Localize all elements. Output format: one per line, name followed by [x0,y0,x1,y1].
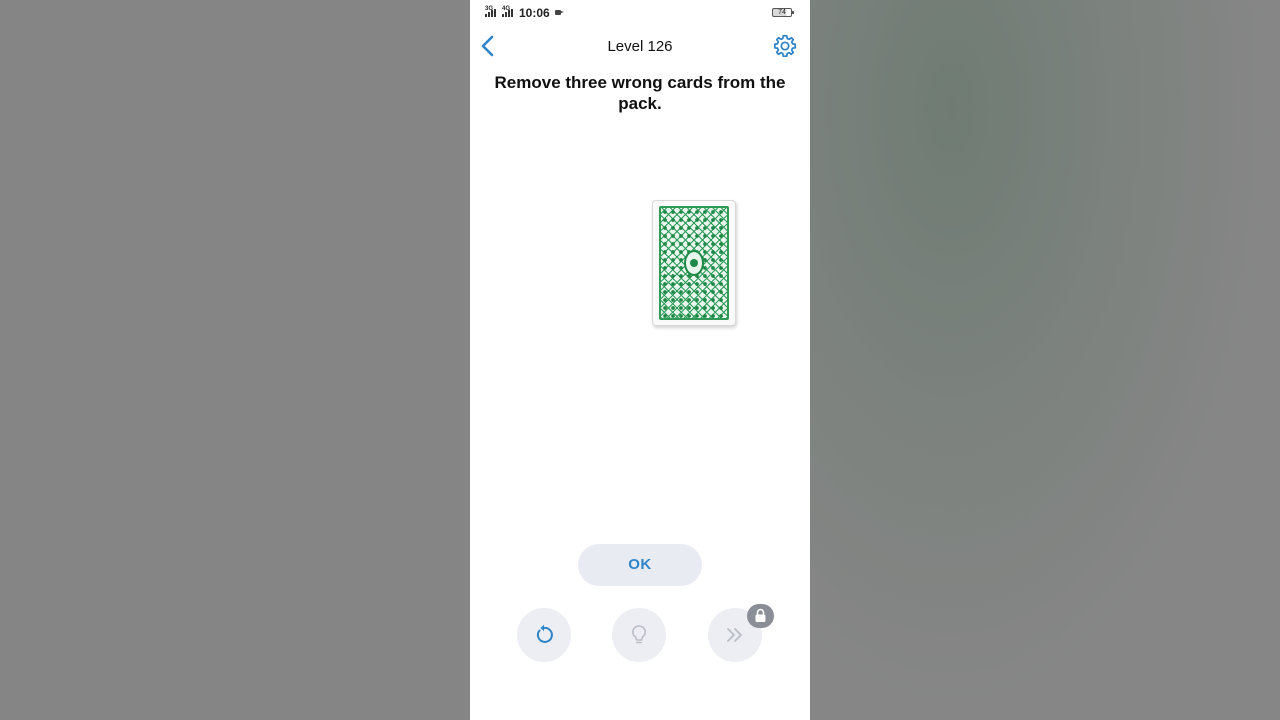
hint-button[interactable] [612,608,666,662]
level-title: Level 126 [607,38,673,55]
status-bar: 3G 4G 10:06 74 [470,0,810,26]
card-back-pattern [659,206,729,320]
ok-button[interactable]: OK [578,544,702,586]
card-pack[interactable] [652,200,736,326]
battery-icon: 74 [772,8,794,17]
puzzle-instruction: Remove three wrong cards from the pack. [494,73,786,113]
video-camera-icon [555,10,564,15]
hint-lightbulb-icon [632,625,646,644]
restart-icon [536,624,553,643]
signal-icon [485,9,496,17]
lock-icon [755,608,766,622]
skip-icon [727,628,742,642]
restart-button[interactable] [517,608,571,662]
background-right [810,0,1280,720]
card-medallion [684,250,704,276]
signal-icon-2 [502,9,513,17]
background-left [0,0,470,720]
battery-level: 74 [778,9,786,16]
phone-screen: 3G 4G 10:06 74 Level 126 Remove three wr… [470,0,810,720]
status-time: 10:06 [519,6,550,20]
gear-icon [773,34,797,58]
lock-badge [747,604,774,628]
settings-button[interactable] [772,33,798,59]
